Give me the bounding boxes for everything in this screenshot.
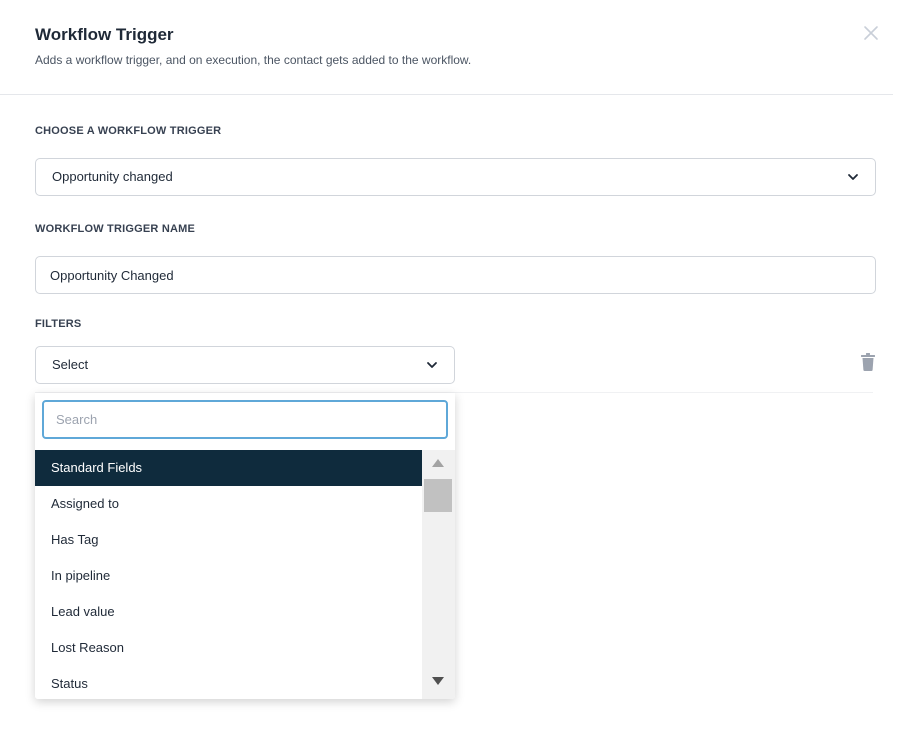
modal-header: Workflow Trigger Adds a workflow trigger… xyxy=(0,0,893,95)
filter-dropdown: Standard Fields Assigned to Has Tag In p… xyxy=(35,393,455,699)
close-icon xyxy=(864,26,878,40)
dropdown-scrollbar[interactable] xyxy=(422,450,455,699)
delete-filter-button[interactable] xyxy=(860,353,876,371)
triangle-up-icon[interactable] xyxy=(431,458,445,468)
triangle-down-icon[interactable] xyxy=(431,676,445,686)
option-status[interactable]: Status xyxy=(35,666,422,699)
option-in-pipeline[interactable]: In pipeline xyxy=(35,558,422,594)
option-lead-value[interactable]: Lead value xyxy=(35,594,422,630)
close-button[interactable] xyxy=(861,23,881,43)
trigger-name-input[interactable] xyxy=(35,256,876,294)
option-has-tag[interactable]: Has Tag xyxy=(35,522,422,558)
trigger-name-label: WORKFLOW TRIGGER NAME xyxy=(35,223,196,235)
filter-select-value: Select xyxy=(52,357,89,372)
trash-icon xyxy=(861,353,875,371)
option-assigned-to[interactable]: Assigned to xyxy=(35,486,422,522)
trigger-select-value: Opportunity changed xyxy=(52,169,173,184)
filters-label: FILTERS xyxy=(35,318,82,330)
filter-options-list: Standard Fields Assigned to Has Tag In p… xyxy=(35,450,422,699)
option-group-standard-fields: Standard Fields xyxy=(35,450,422,486)
filter-search-input[interactable] xyxy=(42,400,448,439)
filter-select[interactable]: Select xyxy=(35,346,455,384)
modal-title: Workflow Trigger xyxy=(35,25,174,44)
modal-subtitle: Adds a workflow trigger, and on executio… xyxy=(35,53,472,67)
workflow-trigger-modal: Workflow Trigger Adds a workflow trigger… xyxy=(0,0,903,740)
scrollbar-thumb[interactable] xyxy=(424,479,452,512)
option-lost-reason[interactable]: Lost Reason xyxy=(35,630,422,666)
trigger-select[interactable]: Opportunity changed xyxy=(35,158,876,196)
chevron-down-icon xyxy=(427,362,437,368)
trigger-label: CHOOSE A WORKFLOW TRIGGER xyxy=(35,125,222,137)
chevron-down-icon xyxy=(848,174,858,180)
